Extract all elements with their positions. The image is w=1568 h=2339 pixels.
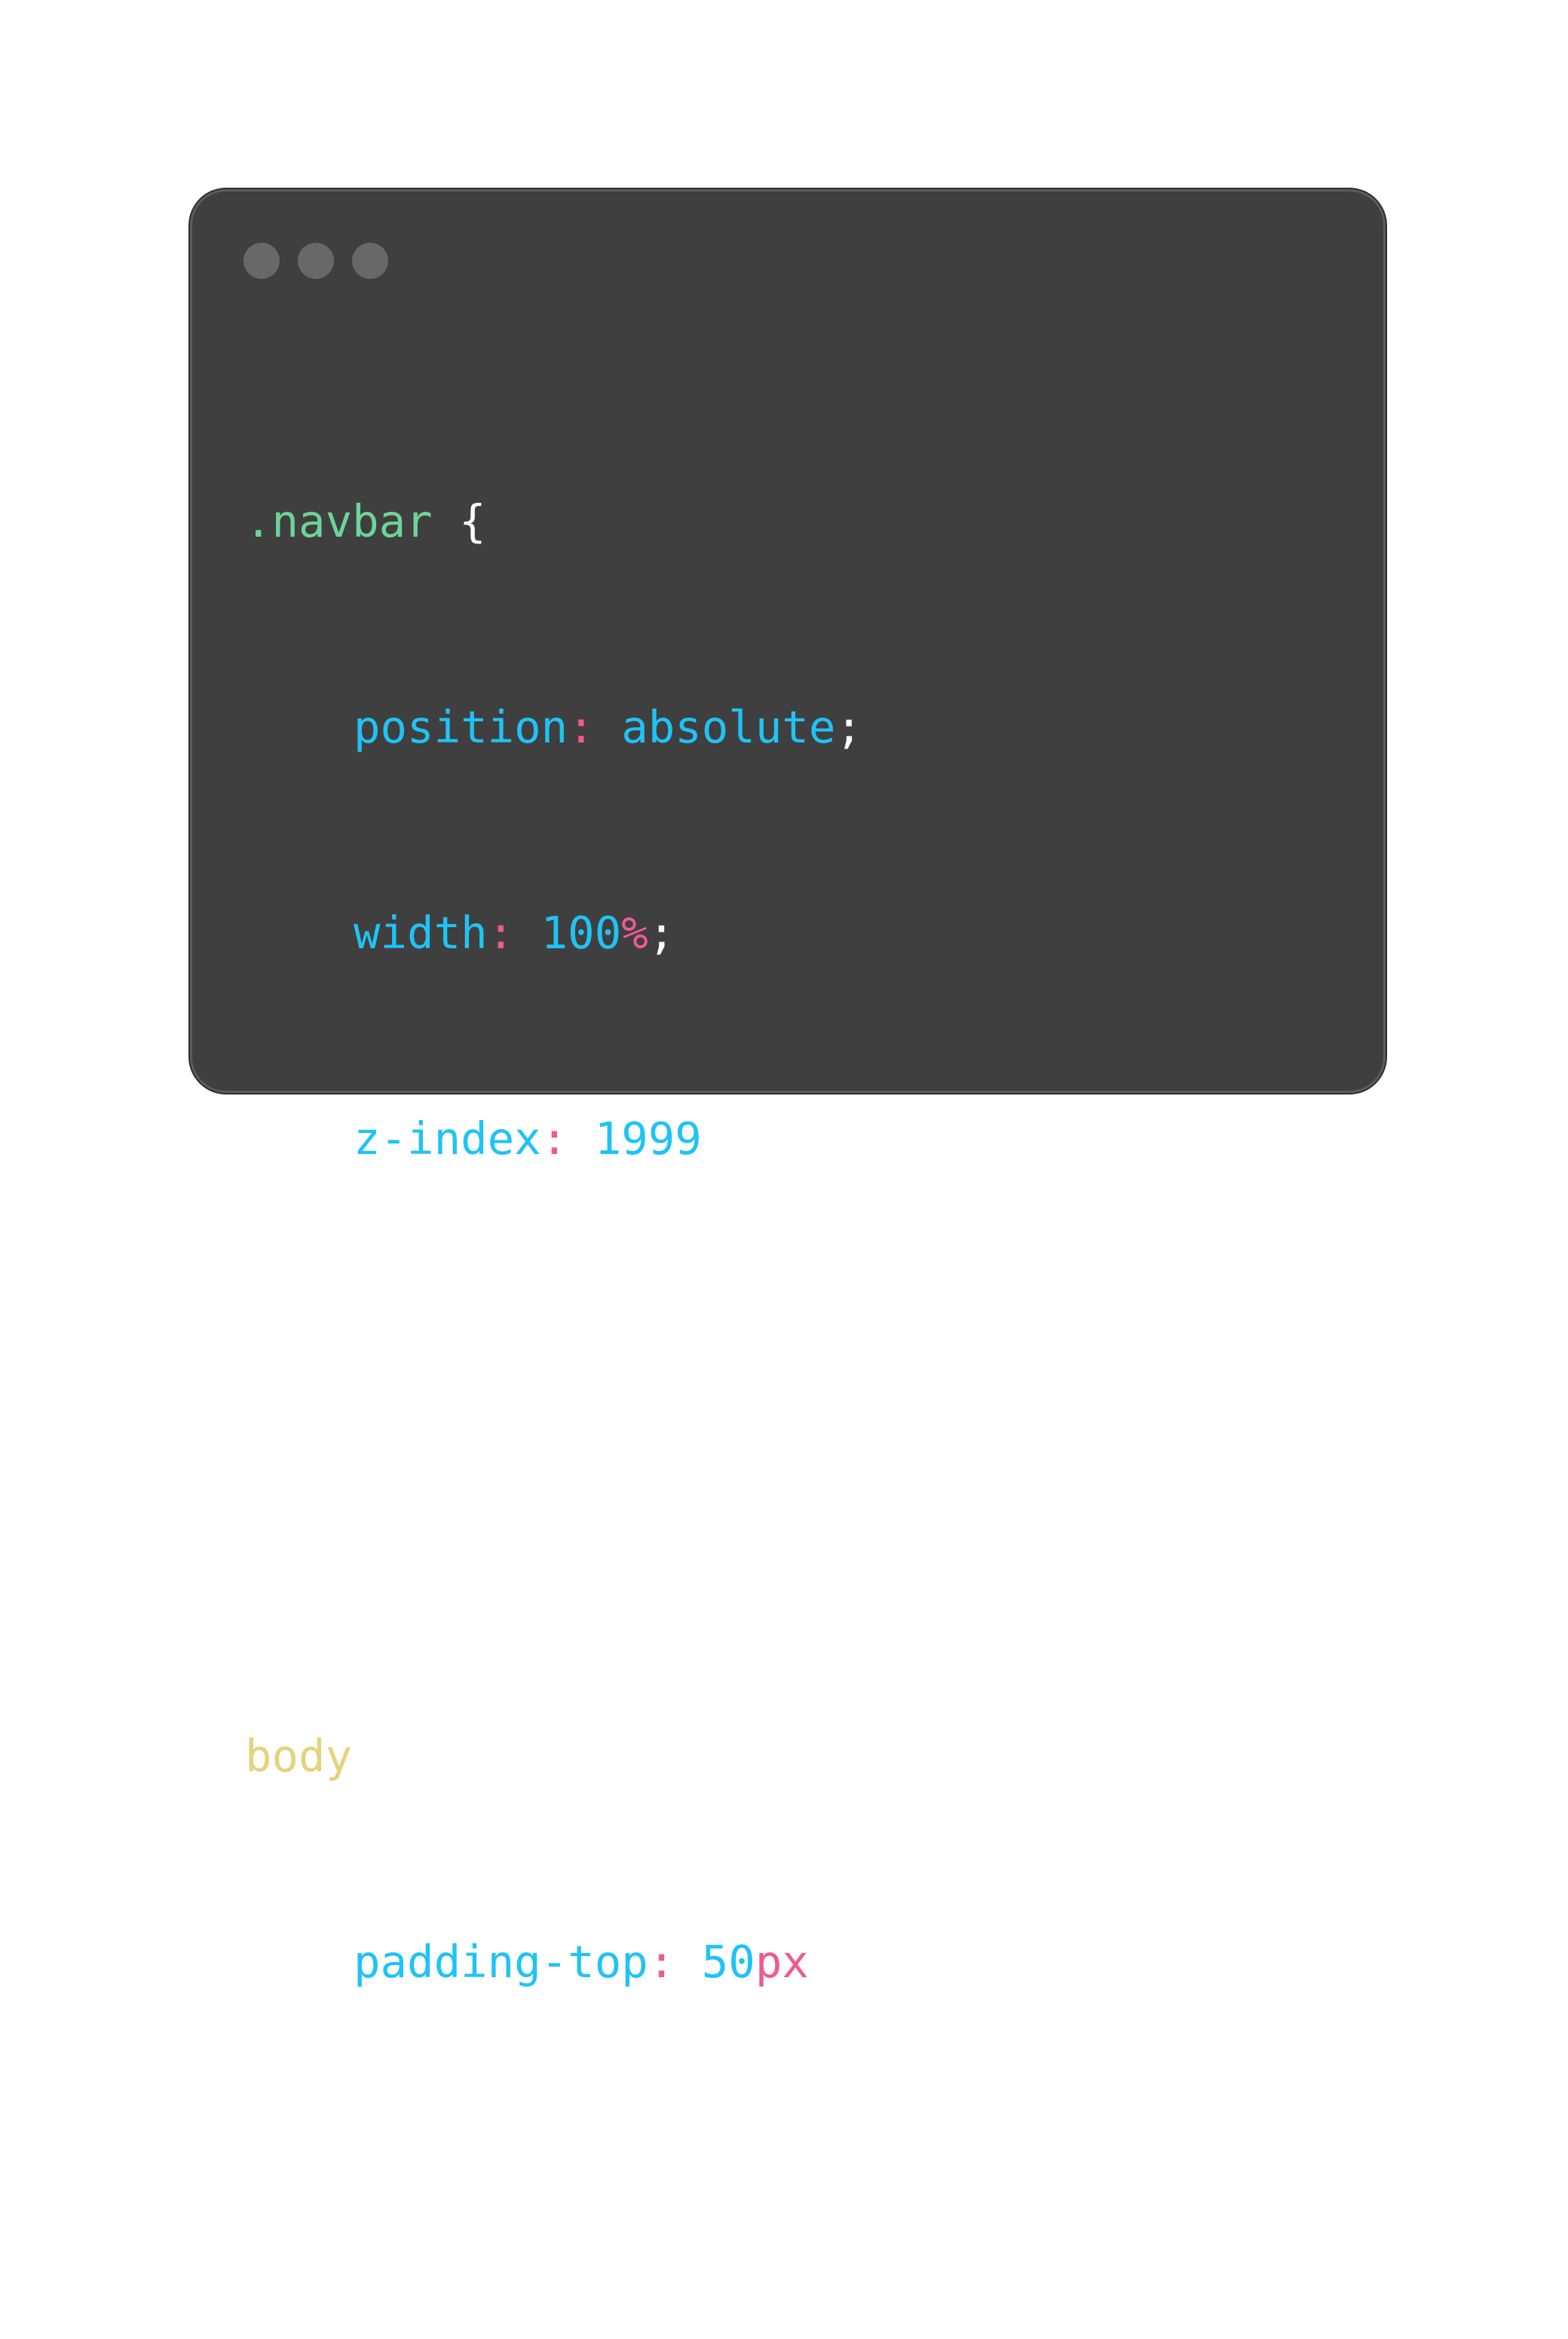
property-value: 50: [675, 1936, 755, 1988]
property-name: width: [354, 907, 488, 959]
semicolon: ;: [835, 701, 862, 753]
code-line: .navbar {: [245, 487, 862, 556]
colon: :: [568, 701, 595, 753]
tag-selector: body: [245, 1730, 353, 1782]
minimize-dot-icon[interactable]: [298, 243, 334, 279]
colon: :: [648, 1936, 675, 1988]
close-brace: }: [245, 1318, 272, 1370]
code-line: }: [245, 1310, 862, 1379]
property-value: absolute: [594, 701, 836, 753]
property-name: padding-top: [354, 1936, 648, 1988]
semicolon: ;: [808, 1936, 836, 1988]
colon: :: [487, 907, 515, 959]
open-brace: {: [352, 1730, 406, 1782]
code-window: .navbar { position: absolute; width: 100…: [190, 189, 1386, 2194]
close-dot-icon[interactable]: [243, 243, 280, 279]
semicolon: ;: [701, 1113, 729, 1165]
maximize-dot-icon[interactable]: [352, 243, 388, 279]
open-brace: {: [432, 495, 486, 547]
code-line: body {: [245, 1722, 862, 1790]
close-brace: }: [245, 2142, 272, 2194]
property-value: 1999: [568, 1113, 702, 1165]
value-unit: px: [755, 1936, 809, 1988]
window-controls: [243, 243, 388, 279]
code-line: position: absolute;: [245, 693, 862, 761]
semicolon: ;: [648, 907, 675, 959]
code-block: .navbar { position: absolute; width: 100…: [245, 350, 862, 2339]
property-name: position: [354, 701, 568, 753]
property-name: z-index: [354, 1113, 541, 1165]
code-line: padding-top: 50px;: [245, 1927, 862, 1996]
value-unit: %: [621, 907, 648, 959]
code-line: z-index: 1999;: [245, 1104, 862, 1173]
code-line: width: 100%;: [245, 899, 862, 967]
class-selector: .navbar: [245, 495, 433, 547]
code-line: }: [245, 2133, 862, 2202]
property-value: 100: [514, 907, 622, 959]
colon: :: [541, 1113, 568, 1165]
